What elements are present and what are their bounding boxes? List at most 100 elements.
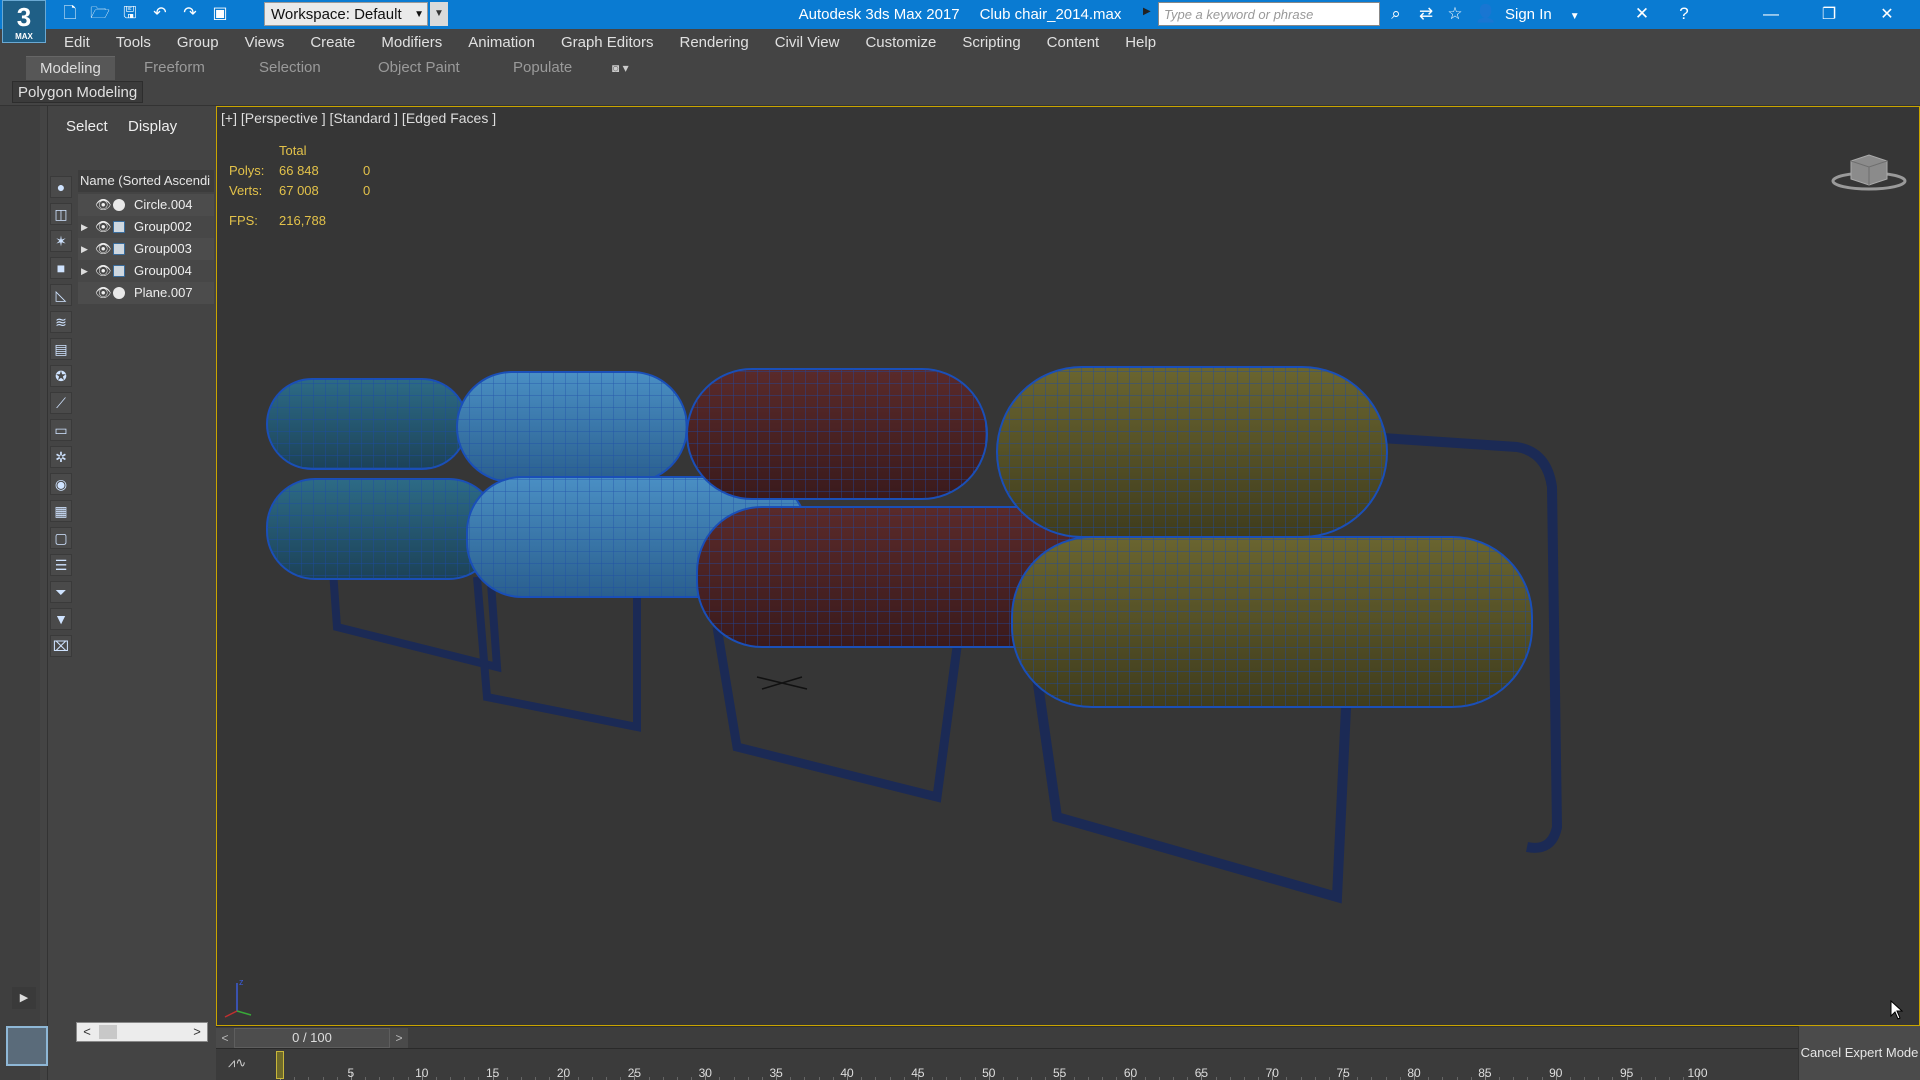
chair-olive[interactable] xyxy=(996,366,1563,904)
tab-object-paint[interactable]: Object Paint xyxy=(378,56,460,80)
tab-populate[interactable]: Populate xyxy=(513,56,572,80)
menu-animation[interactable]: Animation xyxy=(468,34,535,51)
menu-civil-view[interactable]: Civil View xyxy=(775,34,840,51)
minimize-button[interactable]: — xyxy=(1742,0,1800,29)
expand-arrow-icon[interactable]: ▶ xyxy=(81,216,91,238)
scene-render xyxy=(266,366,1563,904)
user-icon[interactable]: 👤 xyxy=(1474,3,1498,25)
menu-create[interactable]: Create xyxy=(310,34,355,51)
search-expand-icon[interactable]: ▶ xyxy=(1143,6,1151,17)
viewport-label[interactable]: [+] [Perspective ] [Standard ] [Edged Fa… xyxy=(221,110,496,126)
open-file-icon[interactable]: 🗁 xyxy=(88,3,112,25)
horizontal-scrollbar[interactable]: < > xyxy=(76,1022,208,1042)
save-icon[interactable]: 🖫 xyxy=(118,3,142,25)
eye-icon[interactable]: 👁 xyxy=(95,282,112,304)
menu-modifiers[interactable]: Modifiers xyxy=(381,34,442,51)
exchange-icon[interactable]: ⇄ xyxy=(1414,3,1438,25)
mouse-cursor-icon xyxy=(1890,1000,1904,1020)
filter-bones-icon[interactable]: ⟋ xyxy=(50,392,72,414)
expand-arrow-icon[interactable]: ▶ xyxy=(81,260,91,282)
filter-lights-icon[interactable]: ✶ xyxy=(50,230,72,252)
viewport-layout-button[interactable] xyxy=(6,1026,48,1066)
scroll-left-icon[interactable]: < xyxy=(77,1023,97,1041)
star-icon[interactable]: ☆ xyxy=(1443,3,1467,25)
filter-helpers-icon[interactable]: ◺ xyxy=(50,284,72,306)
list-item-group003[interactable]: ▶ 👁 Group003 xyxy=(78,238,214,260)
next-frame-button[interactable]: > xyxy=(390,1028,408,1048)
undo-icon[interactable]: ↶ xyxy=(148,3,172,25)
polygon-modeling-panel[interactable]: Polygon Modeling xyxy=(12,81,144,103)
app-logo-button[interactable]: 3 MAX xyxy=(2,0,46,43)
name-column-header[interactable]: Name (Sorted Ascendi xyxy=(78,170,214,192)
menu-help[interactable]: Help xyxy=(1125,34,1156,51)
menu-content[interactable]: Content xyxy=(1047,34,1100,51)
filter-geometry-icon[interactable]: ● xyxy=(50,176,72,198)
display-layers-icon[interactable]: ☰ xyxy=(50,554,72,576)
sign-in-button[interactable]: Sign In ▼ xyxy=(1505,0,1580,31)
menu-scripting[interactable]: Scripting xyxy=(962,34,1020,51)
menu-views[interactable]: Views xyxy=(245,34,285,51)
list-item-circle004[interactable]: 👁 Circle.004 xyxy=(78,194,214,216)
project-icon[interactable]: ▣ xyxy=(208,3,232,25)
menu-customize[interactable]: Customize xyxy=(865,34,936,51)
filter-shapes-icon[interactable]: ◫ xyxy=(50,203,72,225)
display-all-icon[interactable]: ▢ xyxy=(50,527,72,549)
viewcube-icon[interactable] xyxy=(1829,143,1909,193)
filter-funnel-icon[interactable]: ⏷ xyxy=(50,581,72,603)
help-icon[interactable]: ? xyxy=(1672,3,1696,25)
menu-rendering[interactable]: Rendering xyxy=(679,34,748,51)
eye-icon[interactable]: 👁 xyxy=(95,238,112,260)
x-icon[interactable]: ✕ xyxy=(1630,3,1654,25)
verts-total: 67 008 xyxy=(279,183,319,198)
chevron-down-icon: ▼ xyxy=(414,9,424,20)
list-item-group002[interactable]: ▶ 👁 Group002 xyxy=(78,216,214,238)
menu-group[interactable]: Group xyxy=(177,34,219,51)
current-frame-marker[interactable] xyxy=(276,1051,284,1079)
previous-frame-button[interactable]: < xyxy=(216,1028,234,1048)
eye-icon[interactable]: 👁 xyxy=(95,194,112,216)
layer-manager-icon[interactable]: ⌧ xyxy=(50,635,72,657)
tab-display[interactable]: Display xyxy=(128,114,177,140)
filter-xrefs-icon[interactable]: ✪ xyxy=(50,365,72,387)
scroll-thumb[interactable] xyxy=(99,1025,117,1039)
perspective-viewport[interactable]: [+] [Perspective ] [Standard ] [Edged Fa… xyxy=(216,106,1920,1026)
search-input[interactable]: Type a keyword or phrase xyxy=(1158,2,1380,26)
binoculars-icon[interactable]: ⌕ xyxy=(1384,3,1408,25)
close-window-button[interactable]: ✕ xyxy=(1858,0,1916,29)
menu-tools[interactable]: Tools xyxy=(116,34,151,51)
tab-select[interactable]: Select xyxy=(66,114,108,140)
timeline-tick-label: 50 xyxy=(982,1066,996,1080)
workspace-dropdown[interactable]: Workspace: Default ▼ xyxy=(264,2,428,26)
time-slider-thumb[interactable]: 0 / 100 xyxy=(234,1028,390,1048)
list-item-plane007[interactable]: 👁 Plane.007 xyxy=(78,282,214,304)
display-hidden-icon[interactable]: ◉ xyxy=(50,473,72,495)
restore-button[interactable]: ❐ xyxy=(1800,0,1858,29)
list-item-group004[interactable]: ▶ 👁 Group004 xyxy=(78,260,214,282)
filter-containers-icon[interactable]: ▭ xyxy=(50,419,72,441)
display-frozen-icon[interactable]: ▦ xyxy=(50,500,72,522)
object-label: Circle.004 xyxy=(134,197,193,212)
tab-freeform[interactable]: Freeform xyxy=(144,56,205,80)
tab-modeling[interactable]: Modeling xyxy=(26,56,115,80)
play-icon[interactable]: ▶ xyxy=(12,987,36,1009)
scroll-right-icon[interactable]: > xyxy=(187,1023,207,1041)
expand-arrow-icon[interactable]: ▶ xyxy=(81,238,91,260)
ribbon-options-icon[interactable]: ◙ ▾ xyxy=(612,56,629,80)
eye-icon[interactable]: 👁 xyxy=(95,216,112,238)
menu-edit[interactable]: Edit xyxy=(64,34,90,51)
filter-particles-icon[interactable]: ✲ xyxy=(50,446,72,468)
track-bar[interactable]: ⩘∿ 0510152025303540455055606570758085909… xyxy=(216,1048,1798,1080)
curve-editor-icon[interactable]: ⩘∿ xyxy=(228,1055,246,1071)
time-slider[interactable]: < 0 / 100 > xyxy=(216,1026,1798,1048)
new-file-icon[interactable]: 🗋 xyxy=(58,3,82,25)
filter-spacewarps-icon[interactable]: ≋ xyxy=(50,311,72,333)
menu-graph-editors[interactable]: Graph Editors xyxy=(561,34,654,51)
filter-groups-icon[interactable]: ▤ xyxy=(50,338,72,360)
redo-icon[interactable]: ↷ xyxy=(178,3,202,25)
eye-icon[interactable]: 👁 xyxy=(95,260,112,282)
tab-selection[interactable]: Selection xyxy=(259,56,321,80)
workspace-options-button[interactable]: ▼ xyxy=(430,2,448,26)
filter-icon[interactable]: ▼ xyxy=(50,608,72,630)
filter-cameras-icon[interactable]: ■ xyxy=(50,257,72,279)
cancel-expert-mode-button[interactable]: Cancel Expert Mode xyxy=(1798,1026,1920,1080)
